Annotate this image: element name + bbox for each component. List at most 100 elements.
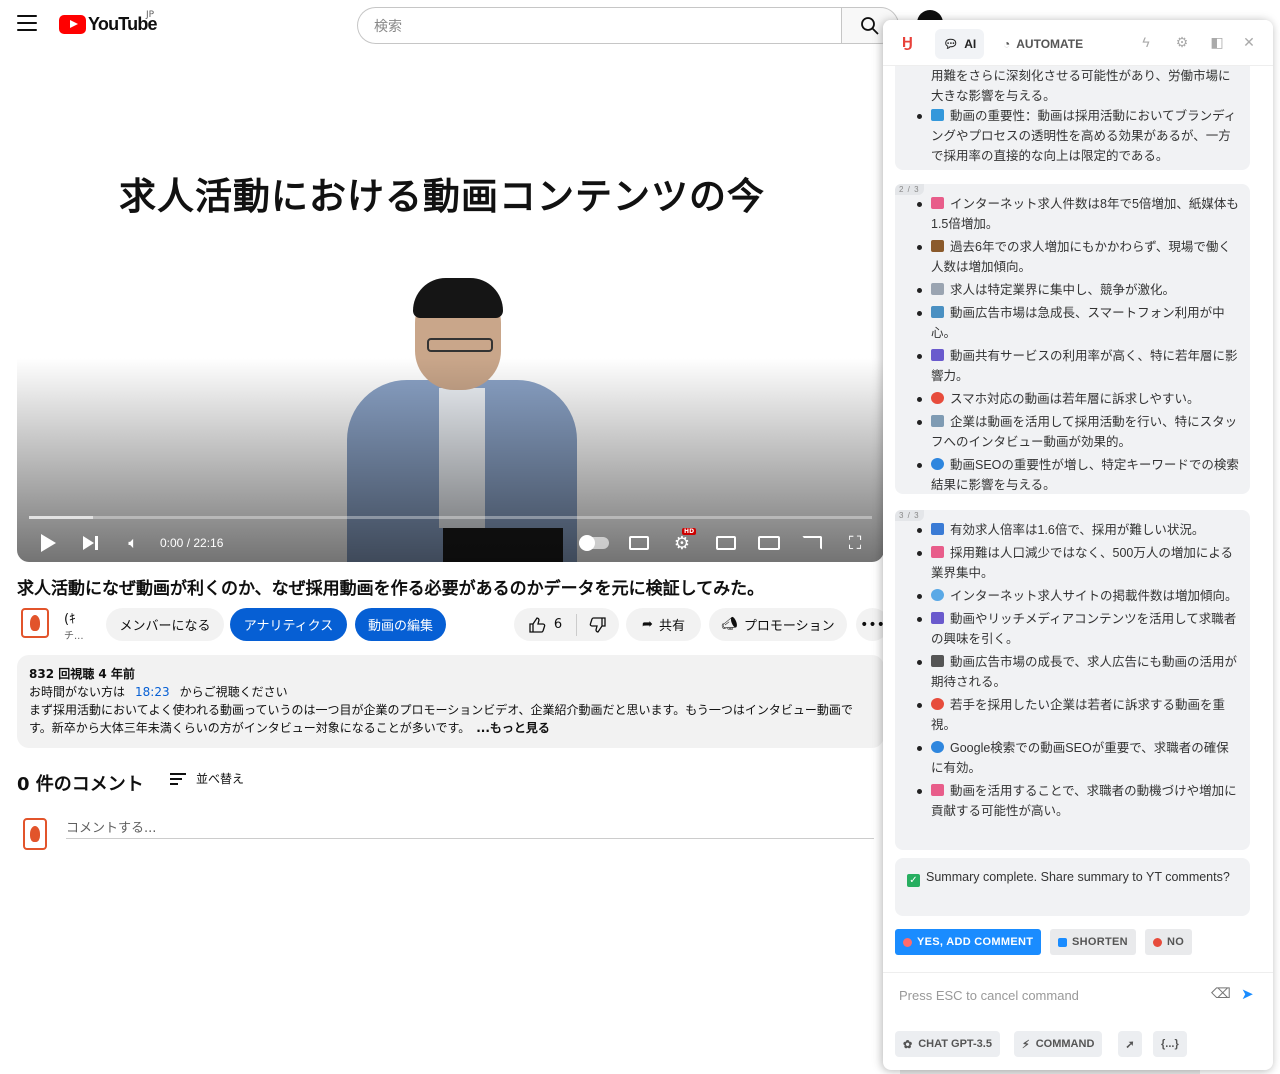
braces-label: {...} — [1161, 1038, 1179, 1050]
miniplayer-icon — [716, 536, 736, 550]
country-code: JP — [146, 10, 155, 20]
video-overlay-title: 求人活動における動画コンテンツの今 — [119, 175, 765, 218]
target-icon — [931, 392, 944, 404]
settings-button[interactable]: ⚙ HD — [670, 527, 697, 554]
extension-logo-icon[interactable]: Ӈ — [902, 34, 913, 51]
target-icon — [931, 698, 944, 710]
summary-item: 採用難は人口減少ではなく、500万人の増加による業界集中。 — [909, 543, 1240, 583]
magnifier-icon — [931, 458, 944, 470]
automate-icon: ◔ — [1003, 37, 1011, 51]
bar-chart-icon — [931, 523, 944, 535]
timestamp-link[interactable]: 18:23 — [135, 685, 170, 699]
magnifier-icon — [931, 741, 944, 753]
show-more-link[interactable]: ...もっと見る — [476, 721, 550, 735]
summary-item: 動画やリッチメディアコンテンツを活用して求職者の興味を引く。 — [909, 609, 1240, 649]
channel-name[interactable]: (ｷ — [64, 608, 76, 627]
next-button[interactable] — [80, 530, 100, 556]
braces-button[interactable]: {...} — [1153, 1031, 1187, 1057]
fullscreen-button[interactable]: ⛶ — [843, 533, 867, 554]
user-avatar — [23, 818, 47, 850]
search-input[interactable]: 検索 — [357, 7, 841, 44]
yes-add-comment-button[interactable]: YES, ADD COMMENT — [895, 929, 1042, 955]
join-button[interactable]: メンバーになる — [106, 608, 224, 641]
summary-item: 若手を採用したい企業は若者に訴求する動画を重視。 — [909, 695, 1240, 735]
no-button[interactable]: NO — [1145, 929, 1193, 955]
progress-bar[interactable] — [29, 516, 872, 519]
sort-comments-button[interactable]: 並べ替え — [170, 770, 244, 787]
description-box[interactable]: 832 回視聴 4 年前 お時間がない方は 18:23 からご視聴ください まず採用… — [17, 655, 884, 748]
projector-icon — [931, 655, 944, 667]
next-icon — [82, 536, 94, 550]
people-icon — [931, 349, 944, 361]
office-icon — [931, 415, 944, 427]
settings-icon[interactable]: ⚙ — [1173, 33, 1191, 51]
command-placeholder: Press ESC to cancel command — [899, 988, 1079, 1003]
view-count-date: 832 回視聴 4 年前 — [29, 667, 135, 681]
summary-item: 動画広告市場は急成長、スマートフォン利用が中心。 — [909, 303, 1240, 343]
summary-card-2: 2 / 3 インターネット求人件数は8年で5倍増加、紙媒体も1.5倍増加。 過去… — [895, 184, 1250, 494]
miniplayer-button[interactable] — [714, 533, 738, 553]
like-button[interactable]: 6 — [514, 613, 577, 636]
summary-item: 動画共有サービスの利用率が高く、特に若年層に影響力。 — [909, 346, 1240, 386]
edit-video-button[interactable]: 動画の編集 — [355, 608, 446, 641]
cast-button[interactable] — [800, 533, 824, 553]
chat-bubble-icon: 💬︎ — [943, 37, 959, 51]
tab-ai[interactable]: 💬︎ AI — [935, 29, 985, 59]
like-dislike-group: 6 — [514, 608, 619, 641]
subtitles-button[interactable] — [627, 533, 651, 553]
comments-count-title: 0 件のコメント — [17, 774, 144, 795]
player-controls: 🔈︎ 0:00 / 22:16 ⚙ HD ⛶ — [17, 524, 884, 562]
command-input[interactable]: Press ESC to cancel command ⌫ ➤ — [883, 972, 1273, 1020]
openai-icon: ✿ — [903, 1038, 913, 1051]
ai-extension-panel: Ӈ 💬︎ AI ◔ AUTOMATE ϟ ⚙ ◧ ✕ 用難をさらに深刻化させる可… — [883, 20, 1273, 1070]
globe-icon — [931, 589, 944, 601]
hamburger-menu-icon[interactable] — [17, 15, 37, 31]
send-icon[interactable]: ➤ — [1241, 985, 1259, 1003]
play-button[interactable] — [37, 530, 59, 556]
tab-automate[interactable]: ◔ AUTOMATE — [995, 29, 1091, 59]
channel-avatar[interactable] — [21, 608, 49, 638]
sidebar-toggle-icon[interactable]: ◧ — [1208, 33, 1226, 51]
autoplay-toggle[interactable] — [579, 533, 609, 553]
comment-input[interactable]: コメントする... — [66, 814, 874, 839]
no-label: NO — [1167, 936, 1185, 948]
summary-continuation: 用難をさらに深刻化させる可能性があり、労働市場に大きな影響を与える。 — [931, 69, 1231, 103]
summary-item: 動画SEOの重要性が増し、特定キーワードでの検索結果に影響を与える。 — [909, 455, 1240, 495]
summary-item: 動画広告市場の成長で、求人広告にも動画の活用が期待される。 — [909, 652, 1240, 692]
status-text: Summary complete. Share summary to YT co… — [926, 870, 1230, 884]
youtube-logo[interactable]: YouTube JP — [59, 10, 158, 35]
description-line1: お時間がない方は 18:23 からご視聴ください — [29, 683, 872, 701]
analytics-button[interactable]: アナリティクス — [230, 608, 347, 641]
promote-button[interactable]: 📣︎ プロモーション — [709, 608, 847, 641]
chart-up-icon — [931, 546, 944, 558]
lightning-icon[interactable]: ϟ — [1137, 33, 1155, 51]
summary-status-message: ✓ Summary complete. Share summary to YT c… — [895, 858, 1250, 916]
video-player[interactable]: 求人活動における動画コンテンツの今 🔈︎ 0:00 / 22:16 ⚙ HD ⛶ — [17, 58, 884, 562]
cursor-button[interactable]: ➚ — [1118, 1031, 1142, 1057]
summary-item: 動画を活用することで、求職者の動機づけや増加に貢献する可能性が高い。 — [909, 781, 1240, 821]
subtitles-icon — [629, 536, 649, 550]
close-icon[interactable]: ✕ — [1240, 33, 1258, 51]
summary-item: Google検索での動画SEOが重要で、求職者の確保に有効。 — [909, 738, 1240, 778]
summary-item: 過去6年での求人増加にもかかわらず、現場で働く人数は増加傾向。 — [909, 237, 1240, 277]
command-label: COMMAND — [1035, 1038, 1095, 1050]
chat-area[interactable]: 用難をさらに深刻化させる可能性があり、労働市場に大きな影響を与える。 動画の重要… — [883, 66, 1273, 936]
shorten-button[interactable]: SHORTEN — [1050, 929, 1136, 955]
theater-button[interactable] — [757, 533, 781, 553]
megaphone-icon: 📣︎ — [721, 617, 738, 632]
summary-item: 企業は動画を活用して採用活動を行い、特にスタッフへのインタビュー動画が効果的。 — [909, 412, 1240, 452]
eraser-icon[interactable]: ⌫ — [1211, 985, 1231, 1003]
time-display: 0:00 / 22:16 — [160, 536, 224, 550]
cursor-icon: ➚ — [1125, 1038, 1135, 1051]
share-button[interactable]: ➦ 共有 — [626, 608, 701, 641]
channel-subscriber-count: チ... — [64, 631, 84, 642]
volume-button[interactable]: 🔈︎ — [122, 530, 144, 556]
summary-item: 有効求人倍率は1.6倍で、採用が難しい状況。 — [909, 520, 1240, 540]
runner-icon: ⚡︎ — [1022, 1038, 1030, 1051]
dislike-button[interactable] — [577, 616, 619, 634]
command-button[interactable]: ⚡︎ COMMAND — [1014, 1031, 1103, 1057]
down-arrow-icon — [1058, 937, 1067, 947]
shorten-label: SHORTEN — [1072, 936, 1128, 948]
summary-item: インターネット求人サイトの掲載件数は増加傾向。 — [909, 586, 1240, 606]
model-selector-button[interactable]: ✿ CHAT GPT-3.5 — [895, 1031, 1000, 1057]
